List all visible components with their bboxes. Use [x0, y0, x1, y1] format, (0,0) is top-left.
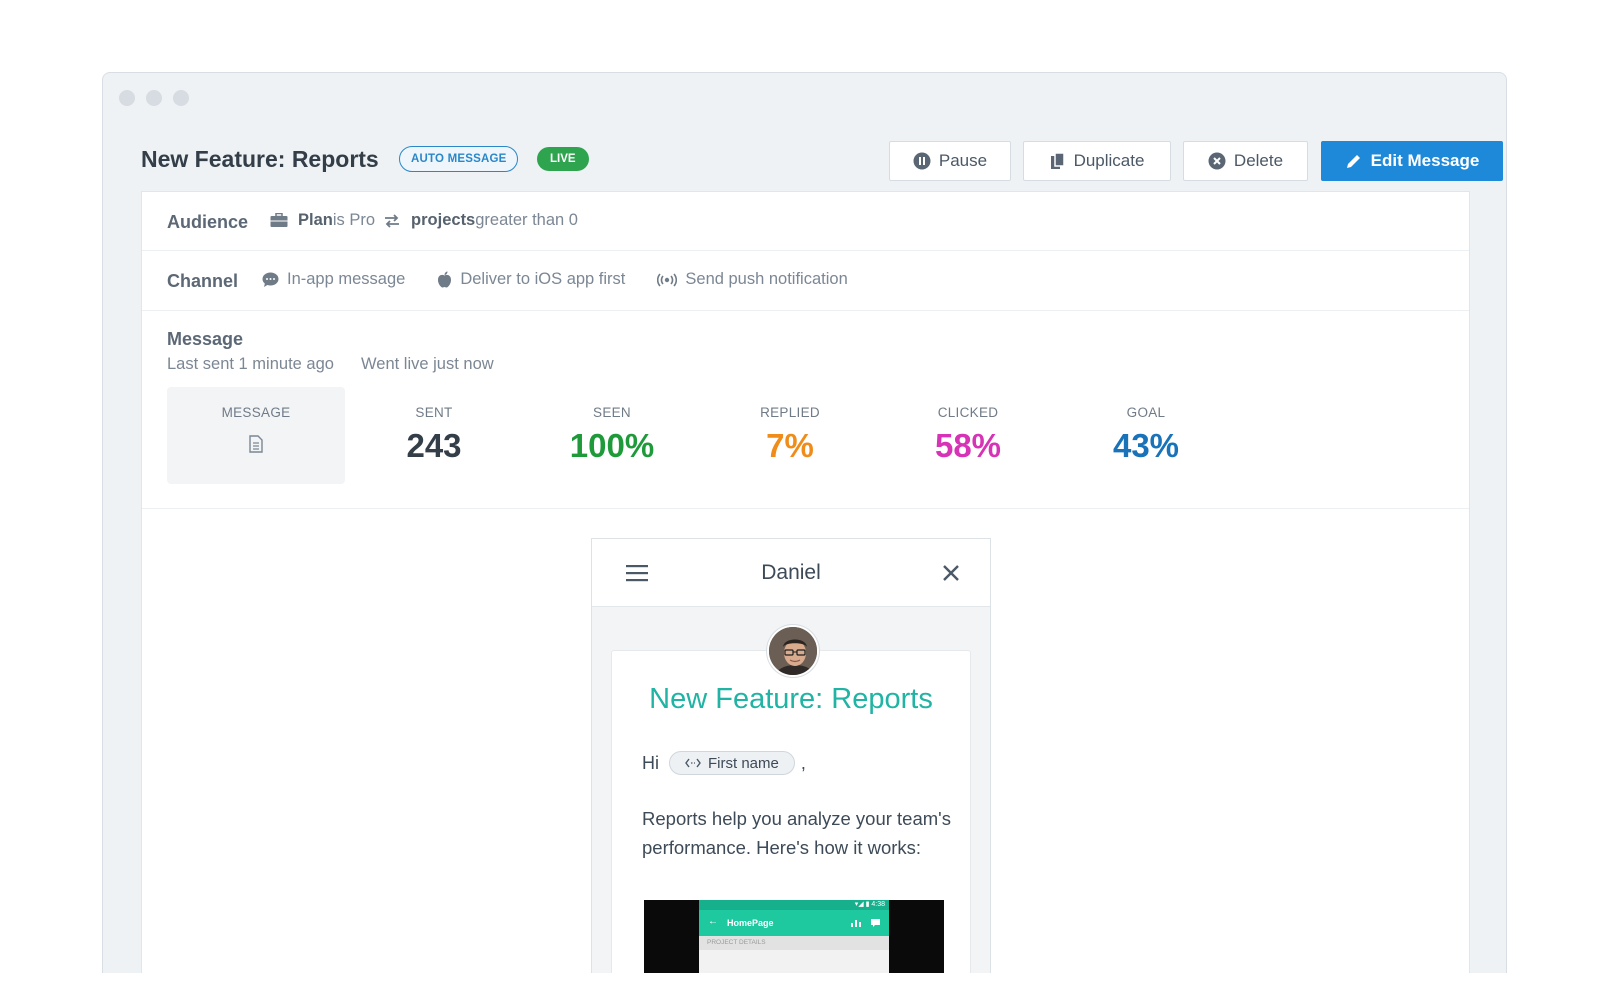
- channel-row: Channel In-app message Deliver to iOS ap…: [142, 251, 1469, 311]
- preview-top-bar: Daniel: [592, 539, 990, 607]
- channel-items: In-app message Deliver to iOS app first …: [262, 270, 880, 289]
- channel-item-label: Deliver to iOS app first: [460, 270, 626, 288]
- channel-item-in-app: In-app message: [262, 270, 405, 289]
- stat-label-replied: REPLIED: [760, 405, 820, 420]
- pause-icon: [913, 152, 931, 170]
- duplicate-button[interactable]: Duplicate: [1023, 141, 1171, 181]
- sender-avatar: [767, 625, 819, 677]
- window-controls: [119, 90, 189, 106]
- duplicate-button-label: Duplicate: [1073, 151, 1145, 170]
- pause-button[interactable]: Pause: [889, 141, 1011, 181]
- channel-item-label: In-app message: [287, 270, 406, 288]
- app-window: New Feature: Reports AUTO MESSAGE LIVE P…: [102, 72, 1507, 973]
- greeting-comma: ,: [800, 752, 806, 773]
- audience-label: Audience: [167, 212, 249, 232]
- channel-item-label: Send push notification: [685, 270, 848, 288]
- screenshot-subheader: PROJECT DETAILS: [699, 936, 889, 950]
- delete-button-label: Delete: [1233, 151, 1284, 170]
- chat-bubble-icon: [262, 272, 279, 287]
- duplicate-icon: [1050, 152, 1065, 169]
- channel-label: Channel: [167, 271, 239, 291]
- swap-arrows-icon: [383, 213, 401, 229]
- last-sent-text: Last sent 1 minute ago: [167, 355, 334, 373]
- mobile-message-preview: Daniel New Feature: Reports Hi First nam…: [591, 538, 991, 973]
- comment-icon: [871, 919, 880, 927]
- edit-message-button-label: Edit Message: [1370, 151, 1480, 170]
- close-icon[interactable]: [942, 564, 960, 582]
- message-body-text: Reports help you analyze your team's per…: [642, 808, 951, 858]
- window-zoom-dot[interactable]: [173, 90, 189, 106]
- message-details-panel: Audience Plan is Pro projects greater th…: [141, 191, 1470, 973]
- went-live-text: Went live just now: [361, 355, 494, 373]
- channel-item-push: Send push notification: [657, 270, 848, 289]
- briefcase-icon: [270, 213, 288, 228]
- greeting-text: Hi: [642, 752, 659, 773]
- stat-value-clicked[interactable]: 58%: [898, 427, 1038, 465]
- message-preview-tab[interactable]: MESSAGE: [167, 387, 345, 484]
- audience-rules: Plan is Pro projects greater than 0: [270, 211, 578, 230]
- chip-label: First name: [708, 754, 779, 772]
- back-arrow-icon: ←: [708, 916, 718, 927]
- screenshot-title: HomePage: [727, 918, 774, 928]
- stat-label-clicked: CLICKED: [937, 405, 999, 420]
- stat-value-seen[interactable]: 100%: [542, 427, 682, 465]
- stat-label-goal: GOAL: [1126, 405, 1166, 420]
- stat-label-sent: SENT: [415, 405, 453, 420]
- edit-message-button[interactable]: Edit Message: [1321, 141, 1503, 181]
- embedded-app-screenshot: ▾◢ ▮ 4:38 ← HomePage PROJECT DETAILS: [644, 900, 944, 973]
- preview-sender-name: Daniel: [761, 561, 821, 584]
- screenshot-app-frame: ▾◢ ▮ 4:38 ← HomePage PROJECT DETAILS: [699, 900, 889, 973]
- channel-item-ios: Deliver to iOS app first: [437, 270, 625, 289]
- audience-rule1-attribute: Plan: [298, 211, 333, 229]
- audience-rule2-condition: greater than 0: [475, 211, 578, 229]
- first-name-attribute-chip[interactable]: First name: [669, 751, 795, 775]
- window-close-dot[interactable]: [119, 90, 135, 106]
- code-brackets-icon: [685, 758, 701, 768]
- message-stats-row: Message Last sent 1 minute ago Went live…: [142, 311, 1469, 509]
- message-header: New Feature: Reports AUTO MESSAGE LIVE P…: [141, 141, 1503, 191]
- bar-chart-icon: [851, 920, 861, 927]
- stat-value-goal[interactable]: 43%: [1076, 427, 1216, 465]
- screenshot-app-bar: ← HomePage: [699, 910, 889, 936]
- audience-rule2-attribute: projects: [411, 211, 476, 229]
- pencil-icon: [1346, 155, 1360, 168]
- live-status-badge: LIVE: [537, 147, 589, 171]
- stat-value-replied[interactable]: 7%: [720, 427, 860, 465]
- message-card: New Feature: Reports Hi First name , Rep…: [611, 650, 971, 973]
- delete-button[interactable]: Delete: [1183, 141, 1308, 181]
- apple-icon: [438, 271, 452, 288]
- greeting-line: Hi First name ,: [642, 751, 806, 775]
- stat-label-message: MESSAGE: [221, 405, 291, 420]
- audience-rule1-condition: is Pro: [332, 211, 376, 229]
- audience-row: Audience Plan is Pro projects greater th…: [142, 192, 1469, 251]
- card-title: New Feature: Reports: [649, 683, 933, 715]
- document-icon: [249, 435, 263, 453]
- window-minimize-dot[interactable]: [146, 90, 162, 106]
- auto-message-badge: AUTO MESSAGE: [399, 146, 519, 172]
- stat-value-sent[interactable]: 243: [364, 427, 504, 465]
- page-title: New Feature: Reports: [141, 146, 379, 172]
- message-section-label: Message: [167, 329, 244, 349]
- delete-icon: [1208, 152, 1226, 170]
- stat-label-seen: SEEN: [593, 405, 631, 420]
- broadcast-icon: [657, 272, 678, 287]
- screenshot-status-bar: ▾◢ ▮ 4:38: [699, 900, 889, 910]
- pause-button-label: Pause: [938, 151, 988, 170]
